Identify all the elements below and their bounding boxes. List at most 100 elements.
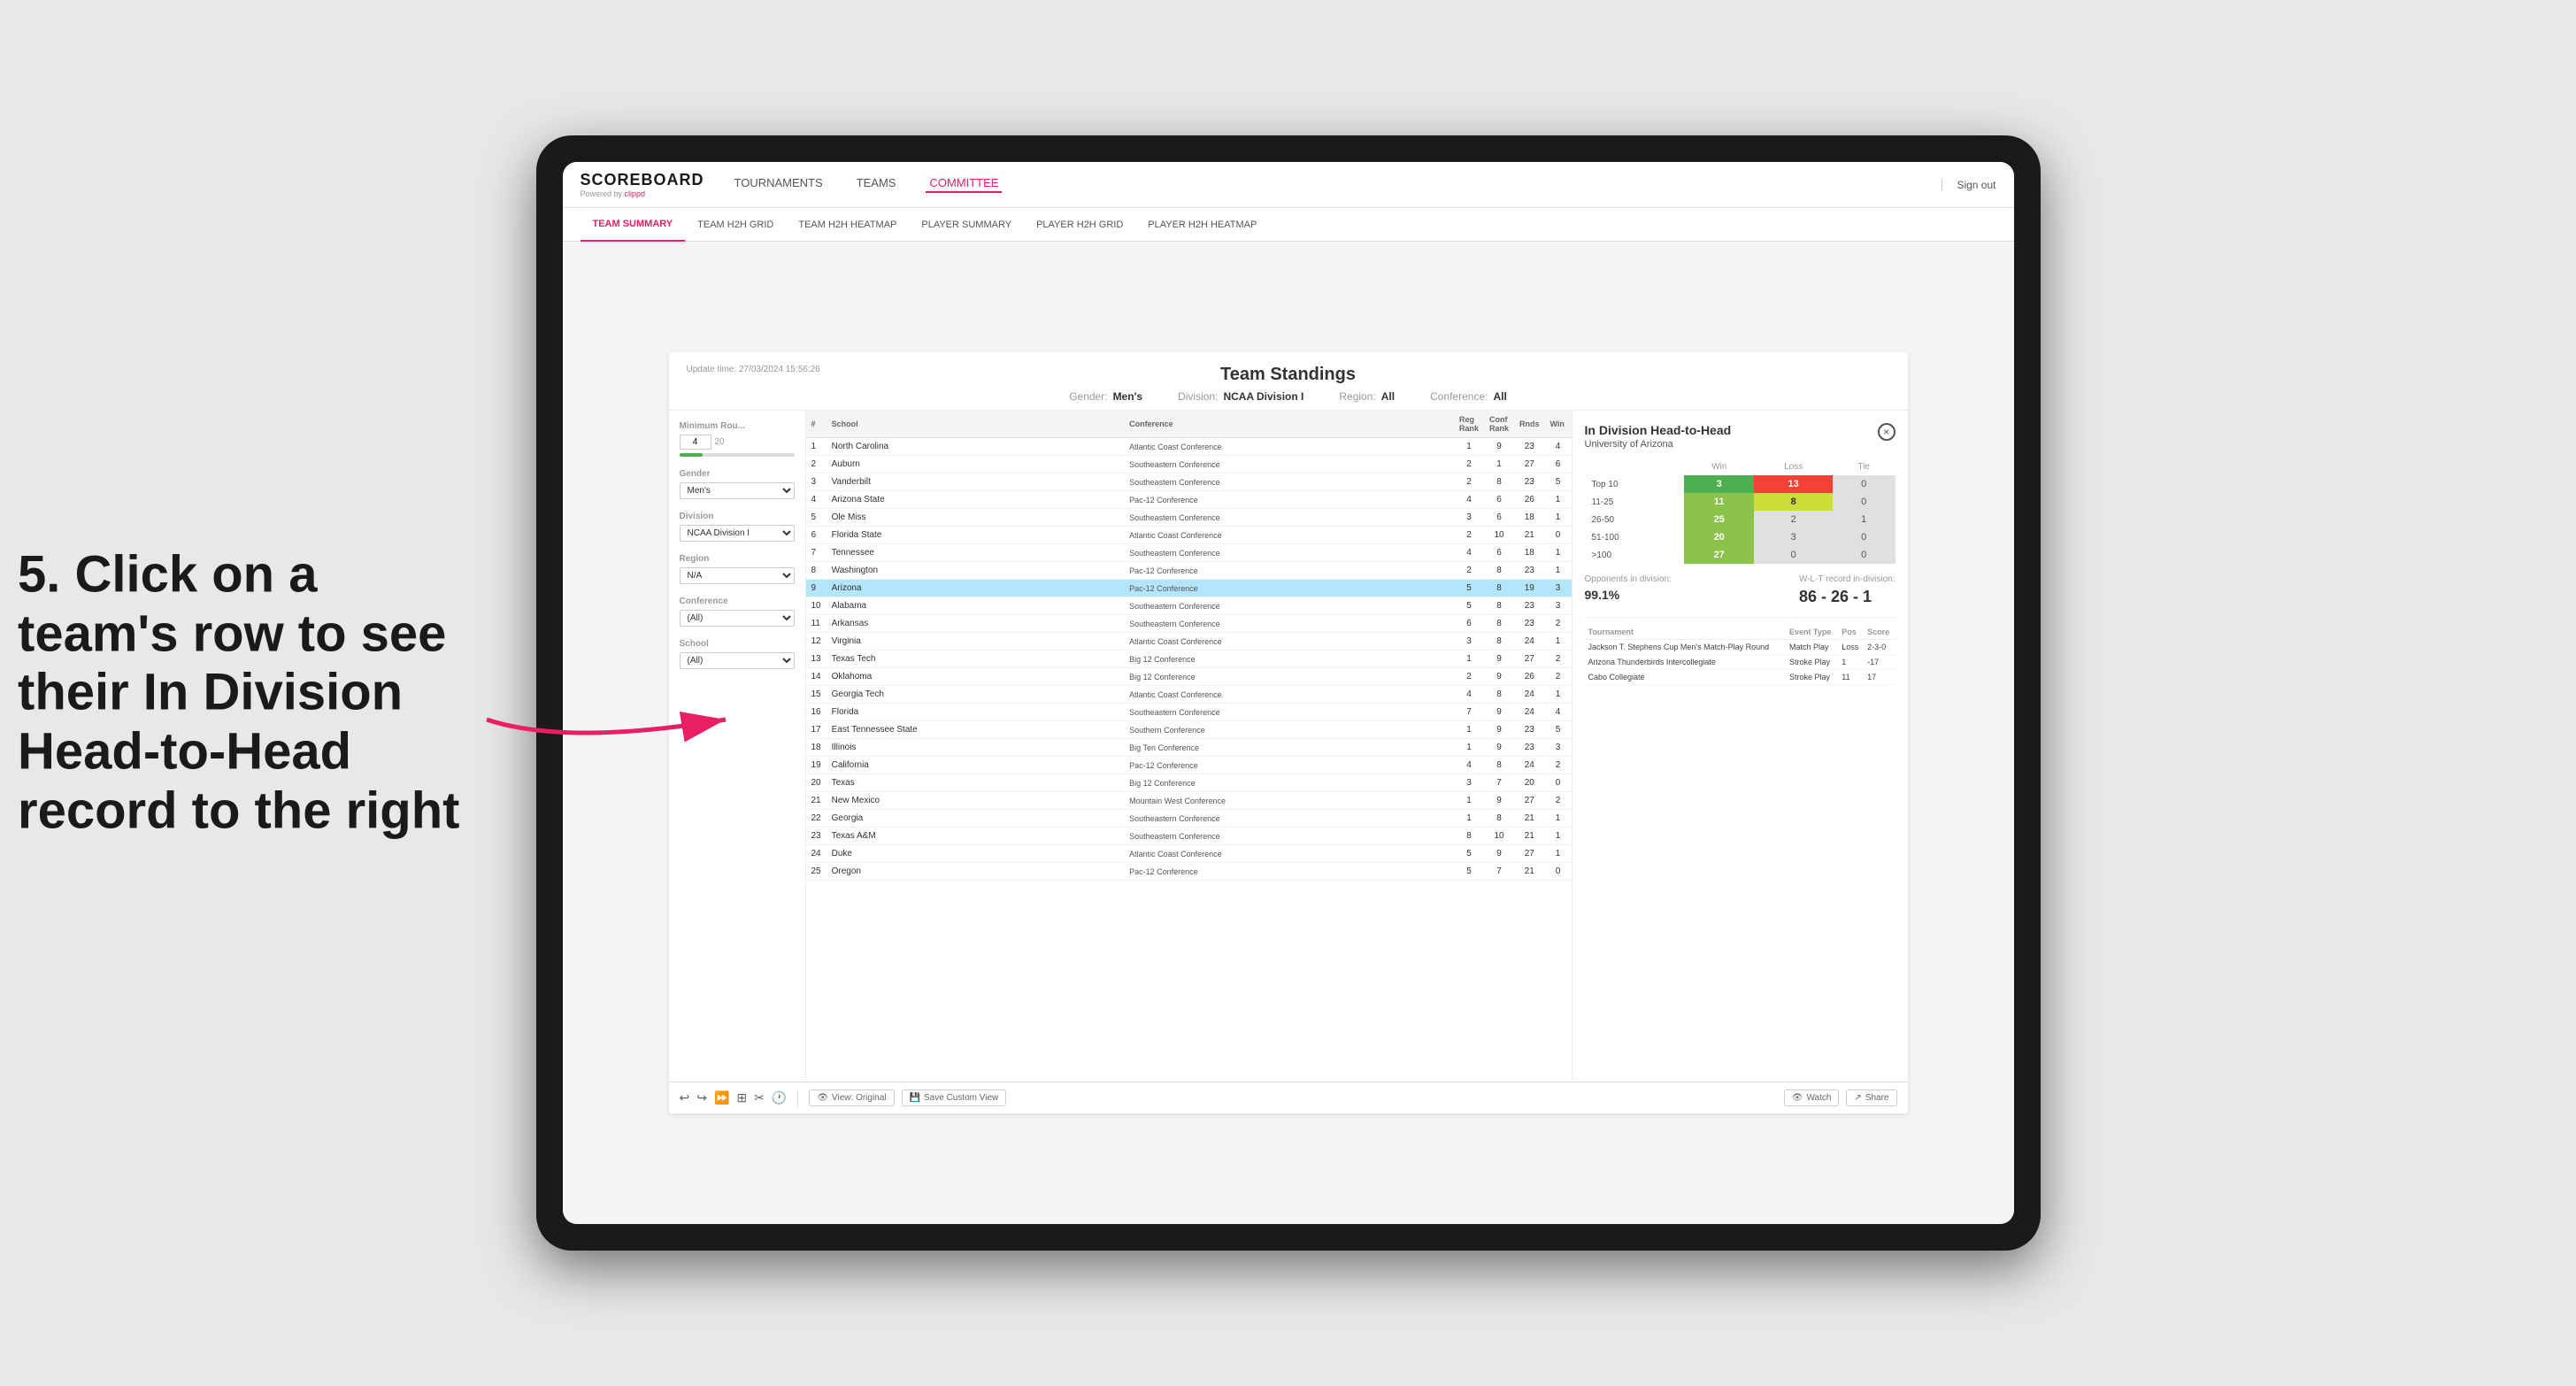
crop-icon[interactable]: ✂ xyxy=(754,1090,765,1105)
table-row[interactable]: 7 Tennessee Southeastern Conference 4 6 … xyxy=(806,544,1572,562)
school-select[interactable]: (All) xyxy=(680,652,795,669)
annotation-line5: record to the right xyxy=(18,782,460,841)
tournament-name-cell: Cabo Collegiate xyxy=(1585,670,1787,685)
pos-cell: Loss xyxy=(1838,640,1864,655)
table-row[interactable]: 6 Florida State Atlantic Coast Conferenc… xyxy=(806,527,1572,544)
table-row[interactable]: 23 Texas A&M Southeastern Conference 8 1… xyxy=(806,828,1572,845)
h2h-tie-cell: 0 xyxy=(1833,528,1895,546)
division-select[interactable]: NCAA Division I xyxy=(680,525,795,542)
table-row[interactable]: 8 Washington Pac-12 Conference 2 8 23 1 xyxy=(806,562,1572,580)
annotation-line4: Head-to-Head xyxy=(18,722,460,782)
subnav-team-h2h-grid[interactable]: TEAM H2H GRID xyxy=(685,208,786,242)
table-row[interactable]: 4 Arizona State Pac-12 Conference 4 6 26… xyxy=(806,491,1572,509)
rnds-cell: 18 xyxy=(1514,509,1545,527)
table-row[interactable]: 21 New Mexico Mountain West Conference 1… xyxy=(806,792,1572,810)
standings-table: # School Conference Reg Rank Conf Rank R… xyxy=(806,411,1572,881)
col-score: Score xyxy=(1864,625,1895,640)
col-reg-rank: Reg Rank xyxy=(1454,411,1484,438)
rank-cell: 24 xyxy=(806,845,827,863)
table-row[interactable]: 14 Oklahoma Big 12 Conference 2 9 26 2 xyxy=(806,668,1572,686)
wins-cell: 3 xyxy=(1545,597,1572,615)
table-row[interactable]: 24 Duke Atlantic Coast Conference 5 9 27… xyxy=(806,845,1572,863)
redo-icon[interactable]: ↪ xyxy=(696,1090,707,1105)
table-row[interactable]: 13 Texas Tech Big 12 Conference 1 9 27 2 xyxy=(806,651,1572,668)
gender-select[interactable]: Men's Women's xyxy=(680,482,795,499)
school-cell: Alabama xyxy=(827,597,1124,615)
table-row[interactable]: 2 Auburn Southeastern Conference 2 1 27 … xyxy=(806,456,1572,474)
subnav-player-h2h-heatmap[interactable]: PLAYER H2H HEATMAP xyxy=(1135,208,1269,242)
slider-fill xyxy=(680,453,703,457)
sign-out-link[interactable]: Sign out xyxy=(1942,179,1995,191)
reg-rank-cell: 7 xyxy=(1454,704,1484,721)
table-row[interactable]: 12 Virginia Atlantic Coast Conference 3 … xyxy=(806,633,1572,651)
conference-cell: Pac-12 Conference xyxy=(1124,580,1454,597)
conf-rank-cell: 8 xyxy=(1484,810,1514,828)
conf-rank-cell: 7 xyxy=(1484,774,1514,792)
conf-rank-cell: 8 xyxy=(1484,597,1514,615)
watch-button[interactable]: 👁 Watch xyxy=(1784,1090,1840,1106)
table-row[interactable]: 11 Arkansas Southeastern Conference 6 8 … xyxy=(806,615,1572,633)
subnav-team-h2h-heatmap[interactable]: TEAM H2H HEATMAP xyxy=(786,208,909,242)
table-row[interactable]: 1 North Carolina Atlantic Coast Conferen… xyxy=(806,438,1572,456)
wins-cell: 1 xyxy=(1545,491,1572,509)
conference-section: Conference (All) xyxy=(680,597,795,627)
conf-rank-cell: 6 xyxy=(1484,491,1514,509)
clock-icon[interactable]: 🕐 xyxy=(772,1090,787,1105)
conf-rank-cell: 9 xyxy=(1484,792,1514,810)
h2h-header-row: Win Loss Tie xyxy=(1585,458,1895,475)
subnav-player-h2h-grid[interactable]: PLAYER H2H GRID xyxy=(1024,208,1135,242)
rank-cell: 11 xyxy=(806,615,827,633)
forward-icon[interactable]: ⏩ xyxy=(714,1090,729,1105)
pos-cell: 11 xyxy=(1838,670,1864,685)
h2h-close-button[interactable]: × xyxy=(1878,423,1895,441)
share-button[interactable]: ↗ Share xyxy=(1846,1090,1896,1106)
view-original-button[interactable]: 👁 View: Original xyxy=(809,1090,894,1106)
table-row[interactable]: 15 Georgia Tech Atlantic Coast Conferenc… xyxy=(806,686,1572,704)
school-cell: Texas Tech xyxy=(827,651,1124,668)
table-row[interactable]: 5 Ole Miss Southeastern Conference 3 6 1… xyxy=(806,509,1572,527)
h2h-range-label: 26-50 xyxy=(1585,511,1685,528)
table-row[interactable]: 19 California Pac-12 Conference 4 8 24 2 xyxy=(806,757,1572,774)
region-select[interactable]: N/A xyxy=(680,567,795,584)
table-row[interactable]: 9 Arizona Pac-12 Conference 5 8 19 3 xyxy=(806,580,1572,597)
table-row[interactable]: 3 Vanderbilt Southeastern Conference 2 8… xyxy=(806,474,1572,491)
table-row[interactable]: 22 Georgia Southeastern Conference 1 8 2… xyxy=(806,810,1572,828)
share-label: Share xyxy=(1865,1093,1889,1103)
save-custom-view-button[interactable]: 💾 Save Custom View xyxy=(902,1090,1007,1106)
dashboard-filters: Gender: Men's Division: NCAA Division I … xyxy=(687,390,1890,403)
h2h-win-cell: 11 xyxy=(1684,493,1754,511)
wins-cell: 3 xyxy=(1545,580,1572,597)
school-cell: Auburn xyxy=(827,456,1124,474)
nav-committee[interactable]: COMMITTEE xyxy=(926,176,1002,193)
conference-select[interactable]: (All) xyxy=(680,610,795,627)
conf-rank-cell: 9 xyxy=(1484,438,1514,456)
conf-rank-cell: 6 xyxy=(1484,544,1514,562)
h2h-win-cell: 3 xyxy=(1684,475,1754,493)
nav-teams[interactable]: TEAMS xyxy=(853,176,900,193)
conference-cell: Atlantic Coast Conference xyxy=(1124,686,1454,704)
wins-cell: 2 xyxy=(1545,792,1572,810)
rnds-cell: 20 xyxy=(1514,774,1545,792)
rnds-cell: 23 xyxy=(1514,739,1545,757)
reg-rank-cell: 5 xyxy=(1454,863,1484,881)
undo-icon[interactable]: ↩ xyxy=(680,1090,690,1105)
col-school: School xyxy=(827,411,1124,438)
conference-cell: Southeastern Conference xyxy=(1124,828,1454,845)
subnav-team-summary[interactable]: TEAM SUMMARY xyxy=(581,208,686,242)
conference-cell: Big 12 Conference xyxy=(1124,651,1454,668)
table-row[interactable]: 10 Alabama Southeastern Conference 5 8 2… xyxy=(806,597,1572,615)
rnds-cell: 18 xyxy=(1514,544,1545,562)
subnav-player-summary[interactable]: PLAYER SUMMARY xyxy=(909,208,1024,242)
table-row[interactable]: 20 Texas Big 12 Conference 3 7 20 0 xyxy=(806,774,1572,792)
tournament-name-cell: Arizona Thunderbirds Intercollegiate xyxy=(1585,655,1787,670)
min-rou-input[interactable] xyxy=(680,435,711,450)
division-filter: Division: NCAA Division I xyxy=(1178,390,1303,403)
table-row[interactable]: 25 Oregon Pac-12 Conference 5 7 21 0 xyxy=(806,863,1572,881)
table-row[interactable]: 16 Florida Southeastern Conference 7 9 2… xyxy=(806,704,1572,721)
min-rou-slider[interactable] xyxy=(680,453,795,457)
nav-tournaments[interactable]: TOURNAMENTS xyxy=(731,176,827,193)
filter-icon[interactable]: ⊞ xyxy=(736,1090,747,1105)
school-cell: Florida State xyxy=(827,527,1124,544)
table-row[interactable]: 17 East Tennessee State Southern Confere… xyxy=(806,721,1572,739)
table-row[interactable]: 18 Illinois Big Ten Conference 1 9 23 3 xyxy=(806,739,1572,757)
